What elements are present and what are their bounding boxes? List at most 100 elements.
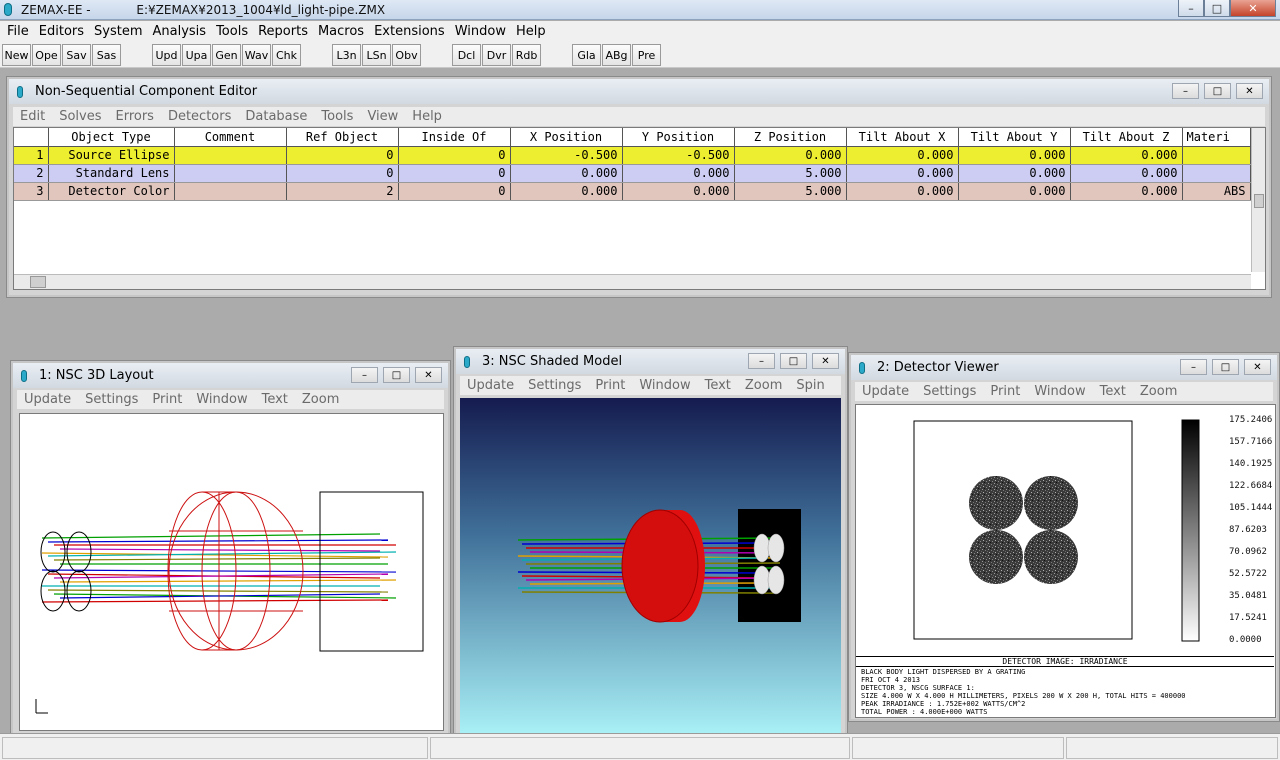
shaded-menu-text[interactable]: Text xyxy=(698,378,738,393)
menu-macros[interactable]: Macros xyxy=(313,24,369,39)
cell-ref-object[interactable]: 0 xyxy=(286,146,399,165)
cell-tilt-x[interactable]: 0.000 xyxy=(846,182,959,201)
toolbar-lsn-button[interactable]: LSn xyxy=(362,44,391,66)
cell-comment[interactable] xyxy=(174,182,287,201)
toolbar-new-button[interactable]: New xyxy=(2,44,31,66)
shaded-titlebar[interactable]: 3: NSC Shaded Model – □ ✕ xyxy=(456,349,845,374)
cell-inside-of[interactable]: 0 xyxy=(398,146,511,165)
menu-system[interactable]: System xyxy=(89,24,147,39)
layout-menu-settings[interactable]: Settings xyxy=(78,392,145,407)
shaded-menu-update[interactable]: Update xyxy=(460,378,521,393)
toolbar-dcl-button[interactable]: Dcl xyxy=(452,44,481,66)
layout-menu-print[interactable]: Print xyxy=(145,392,189,407)
close-icon[interactable]: ✕ xyxy=(1236,83,1263,99)
menu-tools[interactable]: Tools xyxy=(211,24,253,39)
shaded-menu-print[interactable]: Print xyxy=(588,378,632,393)
menu-analysis[interactable]: Analysis xyxy=(148,24,212,39)
restore-icon[interactable]: □ xyxy=(780,353,807,369)
close-icon[interactable]: ✕ xyxy=(415,367,442,383)
detector-menu-window[interactable]: Window xyxy=(1027,384,1092,399)
restore-icon[interactable]: □ xyxy=(1204,83,1231,99)
col-header-x-position[interactable]: X Position xyxy=(510,128,623,147)
toolbar-glass-button[interactable]: Gla xyxy=(572,44,601,66)
col-header-tilt-y[interactable]: Tilt About Y xyxy=(958,128,1071,147)
window-maximize-button[interactable]: □ xyxy=(1204,0,1230,17)
cell-comment[interactable] xyxy=(174,164,287,183)
table-row[interactable]: 2 Standard Lens 0 0 0.000 0.000 5.000 0.… xyxy=(14,164,1251,183)
cell-material[interactable] xyxy=(1182,164,1251,183)
toolbar-update-all-button[interactable]: Upa xyxy=(182,44,211,66)
toolbar-wavelength-button[interactable]: Wav xyxy=(242,44,271,66)
window-close-button[interactable]: ✕ xyxy=(1230,0,1276,17)
col-header-ref-object[interactable]: Ref Object xyxy=(286,128,399,147)
menu-file[interactable]: File xyxy=(2,24,34,39)
scrollbar-thumb[interactable] xyxy=(1254,194,1264,208)
detector-menu-text[interactable]: Text xyxy=(1093,384,1133,399)
col-header-comment[interactable]: Comment xyxy=(174,128,287,147)
cell-z-position[interactable]: 5.000 xyxy=(734,182,847,201)
cell-ref-object[interactable]: 2 xyxy=(286,182,399,201)
minimize-icon[interactable]: – xyxy=(748,353,775,369)
layout-menu-window[interactable]: Window xyxy=(189,392,254,407)
detector-menu-print[interactable]: Print xyxy=(983,384,1027,399)
toolbar-general-button[interactable]: Gen xyxy=(212,44,241,66)
col-header-inside-of[interactable]: Inside Of xyxy=(398,128,511,147)
col-header-tilt-x[interactable]: Tilt About X xyxy=(846,128,959,147)
cell-comment[interactable] xyxy=(174,146,287,165)
col-header-tilt-z[interactable]: Tilt About Z xyxy=(1070,128,1183,147)
table-row[interactable]: 3 Detector Color 2 0 0.000 0.000 5.000 0… xyxy=(14,182,1251,201)
shaded-menu-window[interactable]: Window xyxy=(632,378,697,393)
layout-menu-zoom[interactable]: Zoom xyxy=(295,392,346,407)
cell-material[interactable]: ABS xyxy=(1182,182,1251,201)
cell-x-position[interactable]: 0.000 xyxy=(510,164,623,183)
col-header-z-position[interactable]: Z Position xyxy=(734,128,847,147)
cell-tilt-y[interactable]: 0.000 xyxy=(958,164,1071,183)
editor-menu-tools[interactable]: Tools xyxy=(314,109,360,124)
cell-material[interactable] xyxy=(1182,146,1251,165)
window-minimize-button[interactable]: – xyxy=(1178,0,1204,17)
editor-menu-view[interactable]: View xyxy=(360,109,405,124)
layout-menu-update[interactable]: Update xyxy=(17,392,78,407)
cell-tilt-z[interactable]: 0.000 xyxy=(1070,164,1183,183)
menu-window[interactable]: Window xyxy=(450,24,511,39)
cell-tilt-z[interactable]: 0.000 xyxy=(1070,146,1183,165)
row-number[interactable]: 1 xyxy=(14,146,49,165)
toolbar-abg-button[interactable]: ABg xyxy=(602,44,631,66)
editor-menu-edit[interactable]: Edit xyxy=(13,109,52,124)
cell-tilt-x[interactable]: 0.000 xyxy=(846,146,959,165)
toolbar-rdb-button[interactable]: Rdb xyxy=(512,44,541,66)
editor-menu-database[interactable]: Database xyxy=(238,109,314,124)
cell-ref-object[interactable]: 0 xyxy=(286,164,399,183)
cell-y-position[interactable]: -0.500 xyxy=(622,146,735,165)
shaded-menu-spin[interactable]: Spin xyxy=(789,378,831,393)
cell-x-position[interactable]: -0.500 xyxy=(510,146,623,165)
restore-icon[interactable]: □ xyxy=(1212,359,1239,375)
toolbar-l3n-button[interactable]: L3n xyxy=(332,44,361,66)
row-number[interactable]: 3 xyxy=(14,182,49,201)
editor-menu-errors[interactable]: Errors xyxy=(108,109,160,124)
minimize-icon[interactable]: – xyxy=(1172,83,1199,99)
detector-menu-settings[interactable]: Settings xyxy=(916,384,983,399)
editor-menu-detectors[interactable]: Detectors xyxy=(161,109,238,124)
toolbar-obv-button[interactable]: Obv xyxy=(392,44,421,66)
cell-x-position[interactable]: 0.000 xyxy=(510,182,623,201)
detector-menu-update[interactable]: Update xyxy=(855,384,916,399)
nsc-editor-titlebar[interactable]: Non-Sequential Component Editor – □ ✕ xyxy=(9,79,1269,104)
shaded-menu-settings[interactable]: Settings xyxy=(521,378,588,393)
toolbar-check-button[interactable]: Chk xyxy=(272,44,301,66)
cell-y-position[interactable]: 0.000 xyxy=(622,182,735,201)
cell-y-position[interactable]: 0.000 xyxy=(622,164,735,183)
toolbar-prescription-button[interactable]: Pre xyxy=(632,44,661,66)
cell-tilt-y[interactable]: 0.000 xyxy=(958,146,1071,165)
cell-tilt-y[interactable]: 0.000 xyxy=(958,182,1071,201)
editor-horizontal-scrollbar[interactable] xyxy=(14,274,1251,289)
cell-object-type[interactable]: Source Ellipse xyxy=(48,146,175,165)
toolbar-save-as-button[interactable]: Sas xyxy=(92,44,121,66)
cell-z-position[interactable]: 5.000 xyxy=(734,164,847,183)
minimize-icon[interactable]: – xyxy=(351,367,378,383)
menu-reports[interactable]: Reports xyxy=(253,24,313,39)
col-header-material[interactable]: Materi xyxy=(1182,128,1251,147)
layout-canvas[interactable] xyxy=(19,413,444,731)
cell-tilt-x[interactable]: 0.000 xyxy=(846,164,959,183)
cell-object-type[interactable]: Standard Lens xyxy=(48,164,175,183)
